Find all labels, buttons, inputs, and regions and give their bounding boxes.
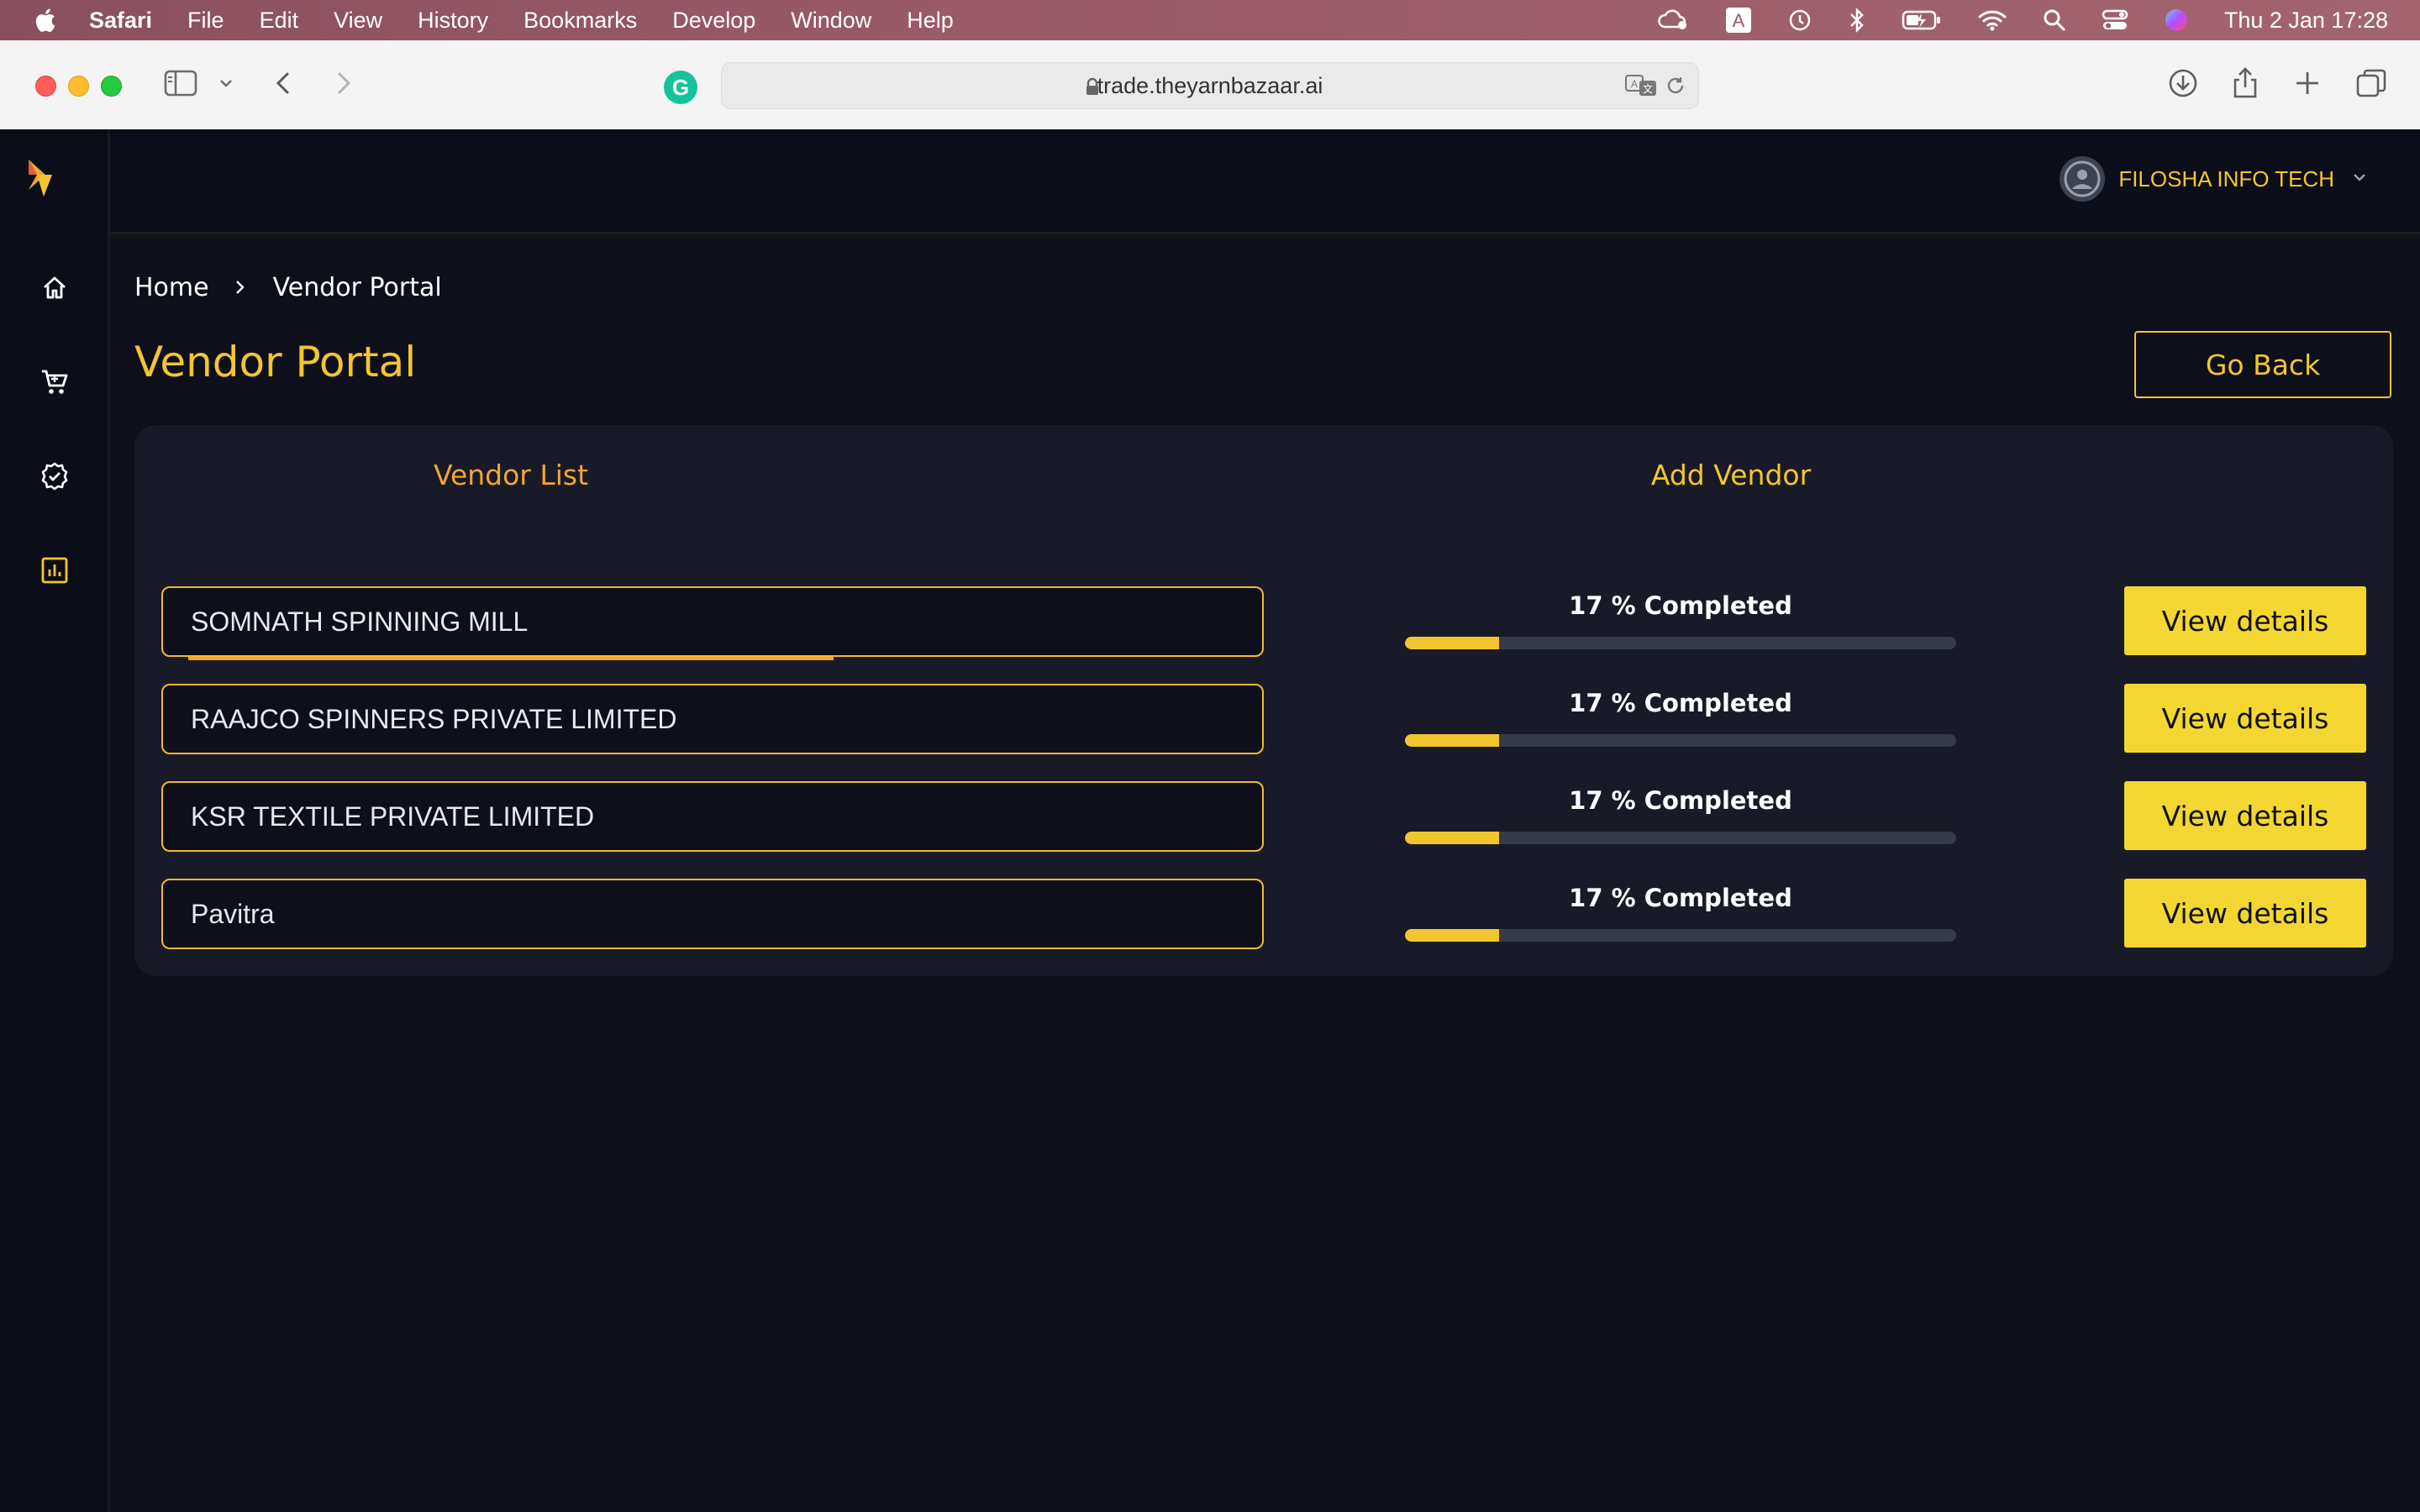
spotlight-search-icon[interactable] xyxy=(2043,8,2066,32)
vendor-progress: 17 % Completed xyxy=(1403,684,1958,754)
window-close-button[interactable] xyxy=(35,76,56,97)
vendor-name[interactable]: Pavitra xyxy=(161,879,1264,949)
breadcrumb-current: Vendor Portal xyxy=(272,272,442,302)
sidebar-item-home[interactable] xyxy=(34,269,76,311)
menu-view[interactable]: View xyxy=(334,8,382,34)
progress-track xyxy=(1405,734,1956,747)
macos-menubar: Safari File Edit View History Bookmarks … xyxy=(0,0,2420,40)
user-menu[interactable]: FILOSHA INFO TECH xyxy=(2060,156,2371,202)
download-icon[interactable] xyxy=(2166,66,2200,101)
time-machine-icon[interactable] xyxy=(1787,8,1812,33)
vendor-name[interactable]: KSR TEXTILE PRIVATE LIMITED xyxy=(161,781,1264,852)
sidebar-toggle-icon[interactable] xyxy=(163,66,198,101)
vendor-progress: 17 % Completed xyxy=(1403,781,1958,852)
view-details-button[interactable]: View details xyxy=(2124,879,2366,948)
view-details-button[interactable]: View details xyxy=(2124,684,2366,753)
battery-icon[interactable] xyxy=(1902,9,1942,31)
chevron-right-icon xyxy=(233,276,248,298)
vendor-row: SOMNATH SPINNING MILL 17 % Completed Vie… xyxy=(134,586,2393,657)
creative-cloud-icon[interactable] xyxy=(1656,8,1690,32)
progress-track xyxy=(1405,929,1956,942)
progress-fill xyxy=(1405,734,1499,747)
menubar-clock[interactable]: Thu 2 Jan 17:28 xyxy=(2224,8,2388,34)
app-header: FILOSHA INFO TECH xyxy=(110,129,2420,234)
breadcrumb: Home Vendor Portal xyxy=(134,269,442,306)
menu-bookmarks[interactable]: Bookmarks xyxy=(523,8,637,34)
home-icon xyxy=(40,274,69,306)
progress-fill xyxy=(1405,637,1499,649)
siri-icon[interactable] xyxy=(2164,8,2189,33)
progress-label: 17 % Completed xyxy=(1569,786,1792,815)
menu-window[interactable]: Window xyxy=(791,8,871,34)
browser-toolbar: G trade.theyarnbazaar.ai A文 xyxy=(0,40,2420,130)
web-app: FILOSHA INFO TECH Home Vendor Portal Ven… xyxy=(0,129,2420,1512)
vendor-row: RAAJCO SPINNERS PRIVATE LIMITED 17 % Com… xyxy=(134,684,2393,754)
user-name[interactable]: FILOSHA INFO TECH xyxy=(2118,166,2334,192)
menu-help[interactable]: Help xyxy=(907,8,954,34)
vendor-row: KSR TEXTILE PRIVATE LIMITED 17 % Complet… xyxy=(134,781,2393,852)
svg-text:A: A xyxy=(1631,78,1638,90)
window-zoom-button[interactable] xyxy=(101,76,122,97)
yarnbazaar-logo-icon[interactable] xyxy=(22,155,62,208)
vendor-row: Pavitra 17 % Completed View details xyxy=(134,879,2393,949)
menubar-status-area: A Thu 2 Jan 17:28 xyxy=(1656,0,2388,40)
new-tab-plus-icon[interactable] xyxy=(2292,66,2323,101)
cart-icon xyxy=(39,367,70,401)
url-text[interactable]: trade.theyarnbazaar.ai xyxy=(722,63,1698,108)
tab-vendor-list[interactable]: Vendor List xyxy=(188,459,834,501)
app-sidebar xyxy=(0,129,110,1512)
share-icon[interactable] xyxy=(2230,66,2260,101)
window-minimize-button[interactable] xyxy=(68,76,89,97)
breadcrumb-home-link[interactable]: Home xyxy=(134,273,209,302)
translate-icon[interactable]: A文 xyxy=(1624,73,1658,102)
bluetooth-icon[interactable] xyxy=(1848,8,1866,33)
menu-edit[interactable]: Edit xyxy=(260,8,299,34)
view-details-button[interactable]: View details xyxy=(2124,586,2366,655)
chevron-down-icon[interactable] xyxy=(2348,165,2371,192)
control-center-icon[interactable] xyxy=(2102,8,2128,32)
vendor-name[interactable]: SOMNATH SPINNING MILL xyxy=(161,586,1264,657)
svg-text:A: A xyxy=(1733,10,1745,31)
tab-overview-icon[interactable] xyxy=(2354,66,2388,101)
chevron-down-icon[interactable] xyxy=(217,66,235,101)
go-back-button[interactable]: Go Back xyxy=(2134,331,2391,398)
vendor-progress: 17 % Completed xyxy=(1403,879,1958,949)
back-arrow-icon[interactable] xyxy=(269,66,297,101)
progress-track xyxy=(1405,832,1956,844)
progress-fill xyxy=(1405,929,1499,942)
svg-text:文: 文 xyxy=(1643,82,1653,95)
apple-logo-icon[interactable] xyxy=(32,6,57,34)
progress-fill xyxy=(1405,832,1499,844)
wifi-icon[interactable] xyxy=(1977,8,2007,32)
grammarly-extension-icon[interactable]: G xyxy=(664,71,697,104)
progress-label: 17 % Completed xyxy=(1569,884,1792,912)
vendor-progress: 17 % Completed xyxy=(1403,586,1958,657)
menu-history[interactable]: History xyxy=(418,8,488,34)
forward-arrow-icon[interactable] xyxy=(329,66,358,101)
progress-label: 17 % Completed xyxy=(1569,591,1792,620)
page-title: Vendor Portal xyxy=(134,338,417,386)
menu-file[interactable]: File xyxy=(187,8,224,34)
sidebar-item-verification[interactable] xyxy=(34,457,76,499)
analytics-chart-icon xyxy=(40,556,69,588)
input-source-icon[interactable]: A xyxy=(1725,7,1752,34)
active-tab-indicator xyxy=(188,657,834,660)
verified-badge-icon xyxy=(39,461,70,495)
menu-develop[interactable]: Develop xyxy=(672,8,755,34)
menu-app-name[interactable]: Safari xyxy=(89,8,152,34)
tab-add-vendor[interactable]: Add Vendor xyxy=(1420,459,2042,501)
sidebar-item-analytics[interactable] xyxy=(34,551,76,593)
progress-track xyxy=(1405,637,1956,649)
progress-label: 17 % Completed xyxy=(1569,689,1792,717)
view-details-button[interactable]: View details xyxy=(2124,781,2366,850)
address-bar[interactable]: trade.theyarnbazaar.ai A文 xyxy=(721,62,1699,109)
avatar xyxy=(2060,156,2106,202)
sidebar-item-cart[interactable] xyxy=(34,363,76,405)
vendor-name[interactable]: RAAJCO SPINNERS PRIVATE LIMITED xyxy=(161,684,1264,754)
reload-icon[interactable] xyxy=(1665,75,1686,100)
